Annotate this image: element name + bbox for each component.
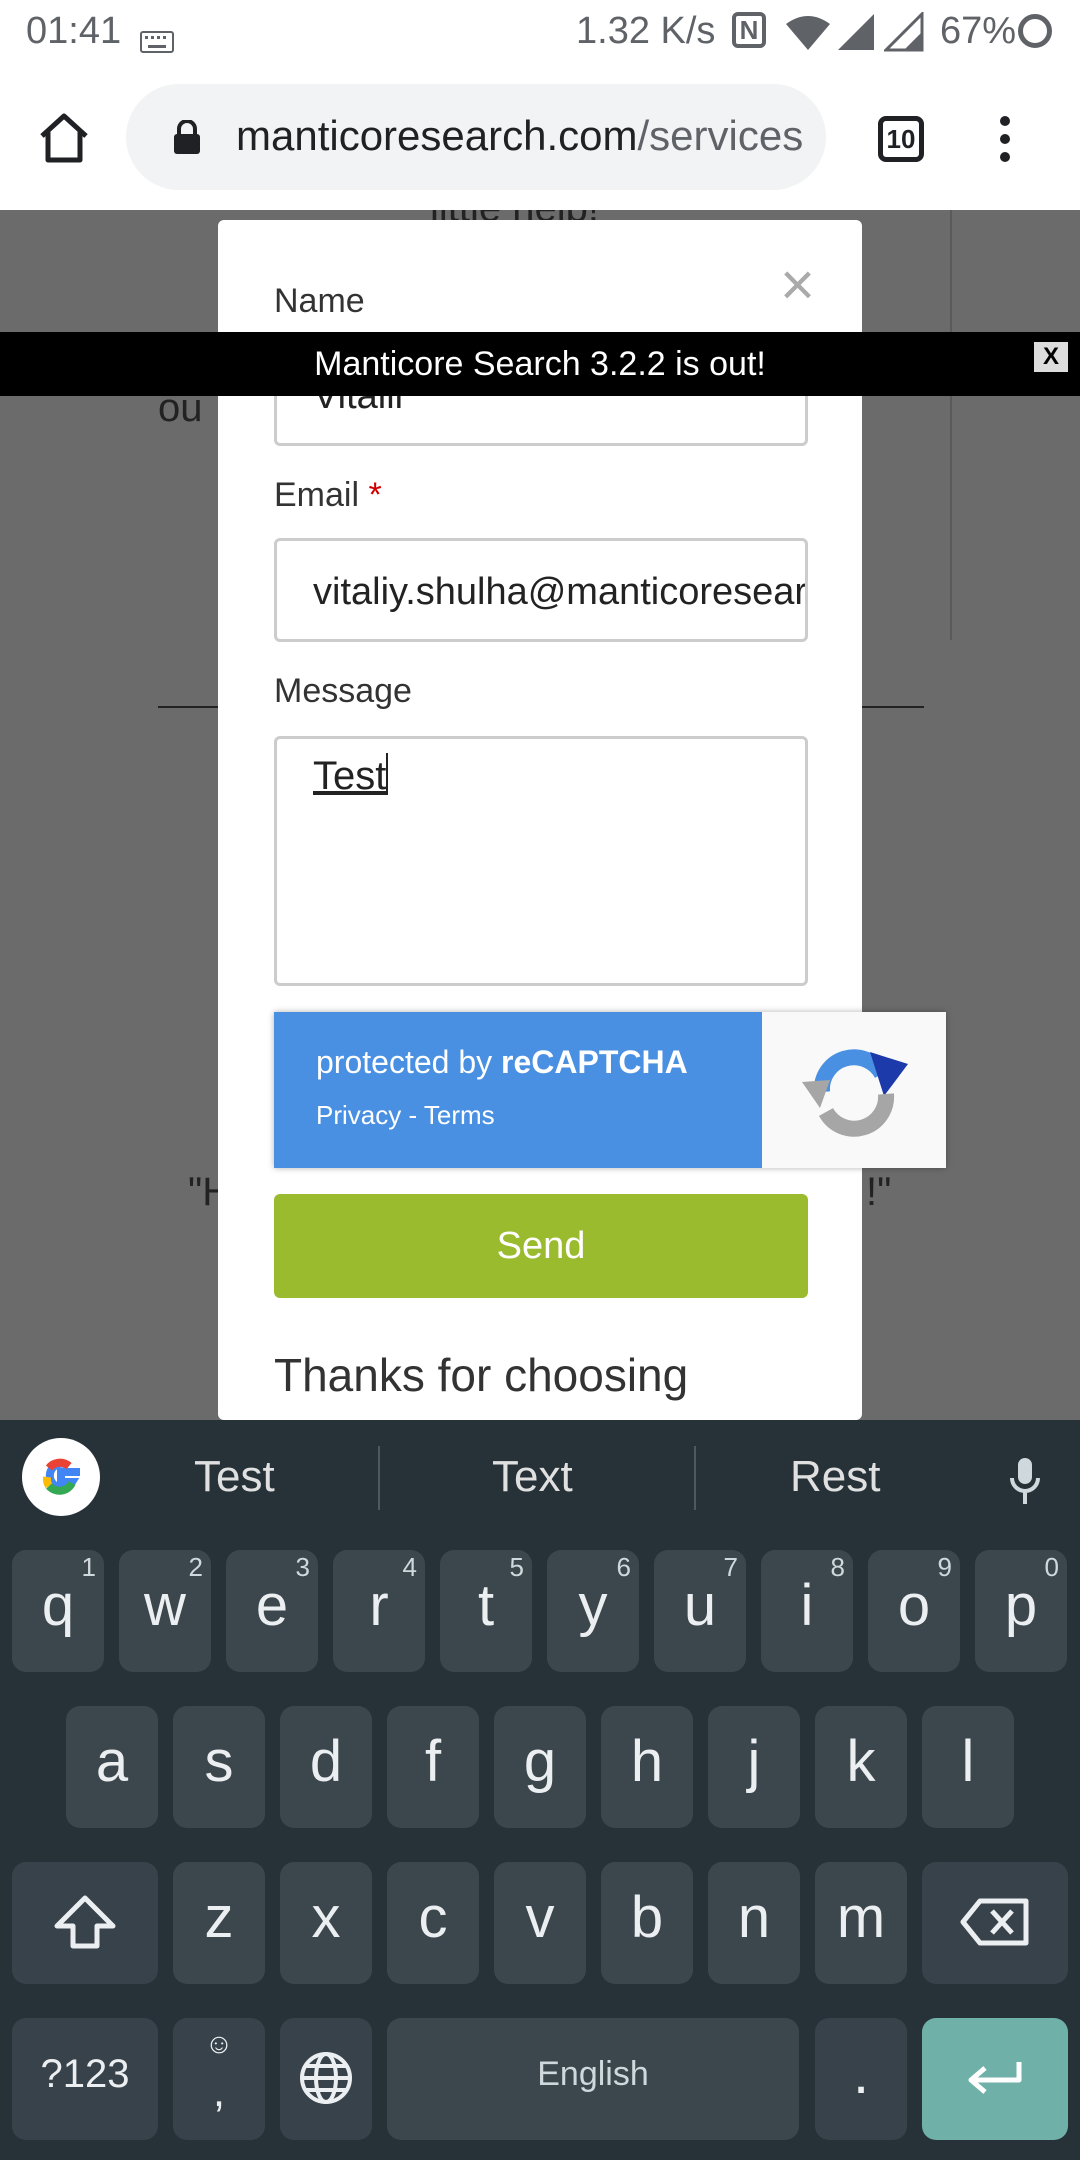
text-cursor bbox=[386, 753, 389, 795]
shift-icon bbox=[54, 1895, 116, 1949]
app-root: 01:41 1.32 K/s N 67% manticoresearch.com… bbox=[0, 0, 1080, 2160]
key-w[interactable]: w2 bbox=[119, 1550, 211, 1672]
message-label: Message bbox=[274, 672, 412, 710]
email-label: Email * bbox=[274, 476, 382, 515]
key-s[interactable]: s bbox=[173, 1706, 265, 1828]
soft-keyboard: Test Text Rest q1 w2 e3 r4 t5 y6 u7 i8 o… bbox=[0, 1420, 1080, 2160]
period-key[interactable]: . bbox=[815, 2018, 907, 2140]
key-i[interactable]: i8 bbox=[761, 1550, 853, 1672]
key-h[interactable]: h bbox=[601, 1706, 693, 1828]
required-mark: * bbox=[368, 476, 382, 514]
key-e[interactable]: e3 bbox=[226, 1550, 318, 1672]
announcement-text[interactable]: Manticore Search 3.2.2 is out! bbox=[314, 345, 766, 383]
emoji-comma-key[interactable]: ☺ , bbox=[173, 2018, 265, 2140]
key-k[interactable]: k bbox=[815, 1706, 907, 1828]
key-c[interactable]: c bbox=[387, 1862, 479, 1984]
contact-modal: × Name Vitalii Email * vitaliy.shulha@ma… bbox=[218, 220, 862, 1420]
suggestion-strip: Test Text Rest bbox=[0, 1420, 1080, 1538]
key-d[interactable]: d bbox=[280, 1706, 372, 1828]
tab-switcher-button[interactable]: 10 bbox=[878, 116, 924, 162]
url-domain: manticoresearch.com bbox=[236, 112, 638, 159]
suggestion-2[interactable]: Text bbox=[492, 1452, 573, 1502]
address-bar[interactable]: manticoresearch.com/services bbox=[126, 84, 826, 190]
close-icon[interactable]: × bbox=[780, 255, 815, 315]
language-key[interactable] bbox=[280, 2018, 372, 2140]
key-o[interactable]: o9 bbox=[868, 1550, 960, 1672]
battery-icon bbox=[1018, 14, 1052, 48]
recaptcha-badge[interactable]: protected by reCAPTCHA Privacy - Terms bbox=[274, 1012, 946, 1168]
background-quote: !" bbox=[866, 1170, 892, 1214]
key-t[interactable]: t5 bbox=[440, 1550, 532, 1672]
announcement-bar: Manticore Search 3.2.2 is out! X bbox=[0, 332, 1080, 396]
url-path: /services bbox=[637, 112, 804, 159]
signal-icon-2 bbox=[882, 10, 924, 62]
microphone-icon[interactable] bbox=[1010, 1456, 1040, 1508]
network-speed: 1.32 K/s bbox=[576, 10, 716, 52]
key-l[interactable]: l bbox=[922, 1706, 1014, 1828]
key-a[interactable]: a bbox=[66, 1706, 158, 1828]
thanks-text: Thanks for choosing bbox=[274, 1349, 689, 1401]
suggestion-divider bbox=[378, 1446, 380, 1510]
recaptcha-prefix: protected by bbox=[316, 1044, 501, 1080]
recaptcha-links[interactable]: Privacy - Terms bbox=[316, 1100, 495, 1131]
key-x[interactable]: x bbox=[280, 1862, 372, 1984]
globe-icon bbox=[300, 2051, 352, 2104]
key-f[interactable]: f bbox=[387, 1706, 479, 1828]
wifi-icon bbox=[784, 14, 832, 62]
enter-icon bbox=[968, 2061, 1022, 2094]
space-key[interactable]: English bbox=[387, 2018, 799, 2140]
key-m[interactable]: m bbox=[815, 1862, 907, 1984]
message-field[interactable]: Test bbox=[274, 736, 808, 986]
divider-vertical bbox=[950, 210, 952, 640]
key-g[interactable]: g bbox=[494, 1706, 586, 1828]
backspace-key[interactable] bbox=[922, 1862, 1068, 1984]
keyboard-indicator-icon bbox=[140, 20, 174, 63]
enter-key[interactable] bbox=[922, 2018, 1068, 2140]
key-p[interactable]: p0 bbox=[975, 1550, 1067, 1672]
symbols-key[interactable]: ?123 bbox=[12, 2018, 158, 2140]
signal-icon bbox=[836, 12, 876, 62]
suggestion-divider bbox=[694, 1446, 696, 1510]
key-u[interactable]: u7 bbox=[654, 1550, 746, 1672]
status-bar: 01:41 1.32 K/s N 67% bbox=[0, 0, 1080, 66]
announcement-close-button[interactable]: X bbox=[1034, 342, 1068, 372]
recaptcha-text: protected by reCAPTCHA bbox=[316, 1044, 688, 1081]
google-icon[interactable] bbox=[22, 1438, 100, 1516]
comma-label: , bbox=[212, 2067, 226, 2116]
suggestion-3[interactable]: Rest bbox=[790, 1452, 880, 1502]
send-button[interactable]: Send bbox=[274, 1194, 808, 1298]
email-field[interactable]: vitaliy.shulha@manticoresearch.com bbox=[274, 538, 808, 642]
key-b[interactable]: b bbox=[601, 1862, 693, 1984]
home-icon[interactable] bbox=[36, 110, 92, 166]
browser-toolbar: manticoresearch.com/services 10 bbox=[0, 66, 1080, 210]
key-z[interactable]: z bbox=[173, 1862, 265, 1984]
status-time: 01:41 bbox=[26, 10, 122, 52]
suggestion-1[interactable]: Test bbox=[194, 1452, 275, 1502]
key-y[interactable]: y6 bbox=[547, 1550, 639, 1672]
battery-level: 67% bbox=[940, 10, 1017, 52]
nfc-icon: N bbox=[732, 12, 766, 48]
key-n[interactable]: n bbox=[708, 1862, 800, 1984]
lock-icon bbox=[172, 119, 202, 156]
key-v[interactable]: v bbox=[494, 1862, 586, 1984]
email-label-text: Email bbox=[274, 476, 360, 514]
key-q[interactable]: q1 bbox=[12, 1550, 104, 1672]
recaptcha-brand: reCAPTCHA bbox=[501, 1044, 688, 1080]
shift-key[interactable] bbox=[12, 1862, 158, 1984]
overflow-menu-icon[interactable] bbox=[1000, 116, 1012, 164]
message-value: Test bbox=[313, 754, 387, 798]
key-r[interactable]: r4 bbox=[333, 1550, 425, 1672]
key-j[interactable]: j bbox=[708, 1706, 800, 1828]
backspace-icon bbox=[960, 1898, 1029, 1946]
url-text: manticoresearch.com/services bbox=[236, 112, 803, 160]
recaptcha-logo-icon bbox=[762, 1012, 946, 1168]
name-label: Name bbox=[274, 282, 365, 320]
